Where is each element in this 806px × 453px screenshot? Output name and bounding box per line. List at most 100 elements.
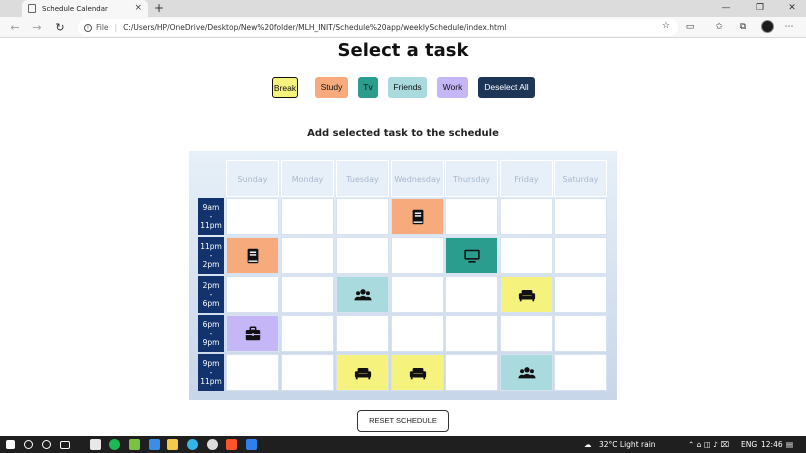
schedule-cell[interactable] [226,198,279,235]
windows-start-icon[interactable] [6,440,15,449]
time-slot-dash: - [209,329,213,338]
schedule-cell[interactable] [281,276,334,313]
brave-icon[interactable] [226,439,237,450]
dropbox-icon[interactable] [149,439,160,450]
new-tab-icon[interactable]: + [154,0,164,17]
schedule-cell[interactable] [226,315,279,352]
schedule-cell[interactable] [554,354,607,391]
time-slot-label: 9pm -11pm [198,354,224,391]
schedule-cell[interactable] [391,276,444,313]
edge-browser-icon[interactable] [187,439,198,450]
time-slot-dash: - [209,251,213,260]
info-icon[interactable]: i [84,23,92,32]
weather-icon[interactable]: ☁ [584,436,592,453]
minimize-icon[interactable]: — [712,0,740,17]
clock-time[interactable]: 12:46 [761,436,783,453]
schedule-cell[interactable] [336,276,389,313]
tab-title: Schedule Calendar [42,4,108,13]
weather-status[interactable]: 32°C Light rain [599,436,656,453]
time-slot-dash: - [209,368,213,377]
tv-icon [463,247,481,265]
address-input[interactable]: i File | C:/Users/HP/OneDrive/Desktop/Ne… [78,19,678,36]
schedule-cell[interactable] [500,276,553,313]
time-slot-end: 11pm [200,221,222,230]
task-button-deselect-all[interactable]: Deselect All [478,77,535,98]
time-slot-label: 11pm -2pm [198,237,224,274]
task-view-icon[interactable] [60,441,70,449]
window-close-icon[interactable]: ✕ [778,0,806,17]
search-icon[interactable] [24,440,33,449]
time-slot-end: 2pm [202,260,220,269]
task-button-work[interactable]: Work [437,77,468,98]
reset-schedule-button[interactable]: RESET SCHEDULE [357,410,449,432]
schedule-cell[interactable] [391,237,444,274]
tab-close-icon[interactable]: × [134,3,142,13]
schedule-cell[interactable] [554,237,607,274]
schedule-cell[interactable] [500,354,553,391]
task-button-tv[interactable]: Tv [358,77,378,98]
app-icon[interactable] [129,439,140,450]
schedule-cell[interactable] [445,198,498,235]
schedule-cell[interactable] [445,237,498,274]
schedule-cell[interactable] [500,198,553,235]
forward-icon[interactable]: → [28,19,46,36]
browser-tab-strip: Schedule Calendar × + — ❐ ✕ [0,0,806,17]
schedule-cell[interactable] [336,354,389,391]
day-header-thursday: Thursday [445,160,498,197]
task-button-study[interactable]: Study [315,77,348,98]
schedule-cell[interactable] [336,315,389,352]
users-icon [353,286,372,304]
couch-icon [409,364,427,382]
cortana-icon[interactable] [42,440,51,449]
schedule-cell[interactable] [554,315,607,352]
vscode-icon[interactable] [246,439,257,450]
back-icon[interactable]: ← [6,19,24,36]
more-menu-icon[interactable]: ⋯ [783,21,795,33]
address-bar-row: ← → ↻ i File | C:/Users/HP/OneDrive/Desk… [0,17,806,38]
schedule-cell[interactable] [554,276,607,313]
schedule-cell[interactable] [445,315,498,352]
book-icon [244,247,262,265]
collections-icon[interactable]: ⧉ [737,21,749,33]
tray-icons[interactable]: ⌃ ⌂ ◫ ♪ ⌧ [688,436,729,453]
browser-tab[interactable]: Schedule Calendar × [22,0,148,17]
task-button-break[interactable]: Break [272,77,298,98]
schedule-cell[interactable] [226,276,279,313]
task-button-friends[interactable]: Friends [388,77,427,98]
reload-icon[interactable]: ↻ [51,19,69,36]
briefcase-icon [244,325,262,343]
schedule-cell[interactable] [445,354,498,391]
favorite-star-icon[interactable]: ☆ [662,21,670,31]
schedule-cell[interactable] [336,237,389,274]
day-header-monday: Monday [281,160,334,197]
store-icon[interactable] [90,439,101,450]
schedule-cell[interactable] [226,354,279,391]
windows-taskbar: ☁ 32°C Light rain ⌃ ⌂ ◫ ♪ ⌧ ENG 12:46 ▤ [0,436,806,453]
schedule-cell[interactable] [500,237,553,274]
profile-avatar[interactable] [761,20,774,33]
notifications-icon[interactable]: ▤ [786,436,793,453]
file-explorer-icon[interactable] [167,439,178,450]
chrome-icon[interactable] [207,439,218,450]
book-icon [409,208,427,226]
schedule-cell[interactable] [391,315,444,352]
day-header-tuesday: Tuesday [336,160,389,197]
spotify-icon[interactable] [109,439,120,450]
schedule-cell[interactable] [445,276,498,313]
time-slot-label: 9am -11pm [198,198,224,235]
schedule-cell[interactable] [500,315,553,352]
schedule-cell[interactable] [336,198,389,235]
language-indicator[interactable]: ENG [741,436,757,453]
schedule-cell[interactable] [281,198,334,235]
schedule-cell[interactable] [391,198,444,235]
schedule-cell[interactable] [281,237,334,274]
schedule-cell[interactable] [391,354,444,391]
schedule-cell[interactable] [554,198,607,235]
schedule-cell[interactable] [281,315,334,352]
maximize-icon[interactable]: ❐ [746,0,774,17]
schedule-cell[interactable] [281,354,334,391]
schedule-cell[interactable] [226,237,279,274]
reading-view-icon[interactable]: ▭ [684,21,696,33]
favorites-icon[interactable]: ✩ [713,21,725,33]
time-slot-start: 11pm [200,242,222,251]
